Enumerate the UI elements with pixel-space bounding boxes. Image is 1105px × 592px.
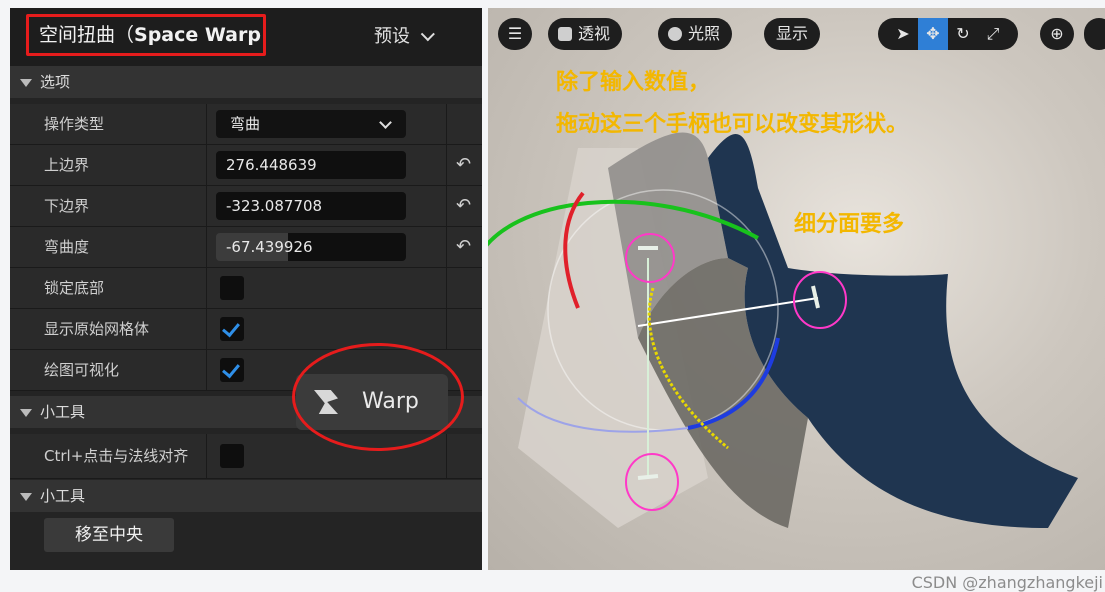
align-normal-label: Ctrl+点击与法线对齐: [44, 447, 189, 465]
panel-header: 空间扭曲（Space Warp 预设: [10, 8, 482, 66]
lower-bound-input[interactable]: -323.087708: [216, 192, 406, 220]
row-bend-degree: 弯曲度 -67.439926 ↶: [10, 227, 482, 268]
viewport-menu-button[interactable]: ☰: [498, 18, 532, 50]
handle-bottom: [637, 474, 659, 480]
details-panel: 空间扭曲（Space Warp 预设 选项 操作类型 弯曲 上边界 276.44…: [10, 8, 482, 570]
annotation-line1: 除了输入数值，: [556, 70, 711, 95]
show-button[interactable]: 显示: [764, 18, 821, 50]
bend-degree-label: 弯曲度: [44, 238, 90, 256]
viewport-overflow-button[interactable]: [1084, 18, 1105, 50]
move-to-center-button[interactable]: 移至中央: [44, 518, 174, 552]
cube-icon: [558, 27, 572, 41]
lighting-label: 光照: [688, 24, 721, 43]
options-section-header[interactable]: 选项: [10, 66, 482, 98]
column-divider: [206, 104, 207, 144]
row-upper-bound: 上边界 276.448639 ↶: [10, 145, 482, 186]
rotate-icon[interactable]: ↻: [948, 18, 978, 50]
move-icon[interactable]: ✥: [918, 18, 948, 50]
column-divider: [446, 227, 447, 267]
column-divider: [206, 186, 207, 226]
column-divider: [446, 145, 447, 185]
bend-degree-input[interactable]: -67.439926: [216, 233, 406, 261]
tool-title-en: Space Warp: [134, 24, 261, 46]
align-normal-checkbox[interactable]: [220, 444, 244, 468]
column-divider: [206, 309, 207, 349]
column-divider: [446, 309, 447, 349]
viewport[interactable]: ☰ 透视 光照 显示 ➤ ✥ ↻ ⤢ ⊕ 除了输入数值， 拖动这三个手柄也可以改变其形…: [488, 8, 1105, 570]
draw-visualization-checkbox[interactable]: [220, 358, 244, 382]
transform-toolbar: ➤ ✥ ↻ ⤢: [878, 18, 1018, 50]
watermark: CSDN @zhangzhangkeji: [911, 573, 1103, 592]
column-divider: [446, 268, 447, 308]
options-section-label: 选项: [40, 73, 71, 91]
chevron-down-icon: [379, 116, 392, 129]
globe-icon: ⊕: [1050, 24, 1064, 43]
select-cursor-icon[interactable]: ➤: [888, 18, 918, 50]
gizmo-section2-header[interactable]: 小工具: [10, 480, 482, 512]
operation-type-value: 弯曲: [230, 115, 261, 133]
collapse-triangle-icon: [20, 78, 32, 87]
column-divider: [206, 268, 207, 308]
show-label: 显示: [776, 24, 809, 43]
column-divider: [446, 104, 447, 144]
gizmo-section-label: 小工具: [40, 403, 86, 421]
annotation-line2: 拖动这三个手柄也可以改变其形状。: [556, 112, 909, 137]
reset-arrow-icon[interactable]: ↶: [456, 227, 471, 267]
collapse-triangle-icon: [20, 492, 32, 501]
column-divider: [446, 434, 447, 478]
column-divider: [206, 350, 207, 390]
column-divider: [206, 434, 207, 478]
tool-title: 空间扭曲（Space Warp: [26, 14, 266, 56]
show-original-mesh-label: 显示原始网格体: [44, 320, 150, 338]
upper-bound-input[interactable]: 276.448639: [216, 151, 406, 179]
hamburger-icon: ☰: [507, 24, 523, 43]
chevron-down-icon: [420, 27, 435, 42]
highlight-circle: [292, 343, 464, 451]
column-divider: [446, 186, 447, 226]
row-lower-bound: 下边界 -323.087708 ↶: [10, 186, 482, 227]
row-operation-type: 操作类型 弯曲: [10, 104, 482, 145]
lighting-button[interactable]: 光照: [658, 18, 733, 50]
show-original-mesh-checkbox[interactable]: [220, 317, 244, 341]
reset-arrow-icon[interactable]: ↶: [456, 145, 471, 185]
draw-visualization-label: 绘图可视化: [44, 361, 120, 379]
upper-bound-label: 上边界: [44, 156, 90, 174]
world-local-button[interactable]: ⊕: [1040, 18, 1074, 50]
perspective-button[interactable]: 透视: [548, 18, 623, 50]
column-divider: [206, 227, 207, 267]
row-show-original-mesh: 显示原始网格体: [10, 309, 482, 350]
collapse-triangle-icon: [20, 408, 32, 417]
scale-icon[interactable]: ⤢: [978, 18, 1008, 50]
annotation-subdivision: 细分面要多: [794, 212, 905, 237]
lighting-icon: [668, 27, 682, 41]
operation-type-label: 操作类型: [44, 115, 105, 133]
reset-arrow-icon[interactable]: ↶: [456, 186, 471, 226]
lock-bottom-checkbox[interactable]: [220, 276, 244, 300]
operation-type-select[interactable]: 弯曲: [216, 110, 406, 138]
column-divider: [206, 145, 207, 185]
presets-label: 预设: [374, 26, 410, 47]
lock-bottom-label: 锁定底部: [44, 279, 105, 297]
lower-bound-label: 下边界: [44, 197, 90, 215]
row-lock-bottom: 锁定底部: [10, 268, 482, 309]
tool-title-cn: 空间扭曲（: [39, 24, 135, 46]
perspective-label: 透视: [578, 24, 611, 43]
gizmo-section2-label: 小工具: [40, 487, 86, 505]
presets-dropdown[interactable]: 预设: [374, 22, 435, 48]
